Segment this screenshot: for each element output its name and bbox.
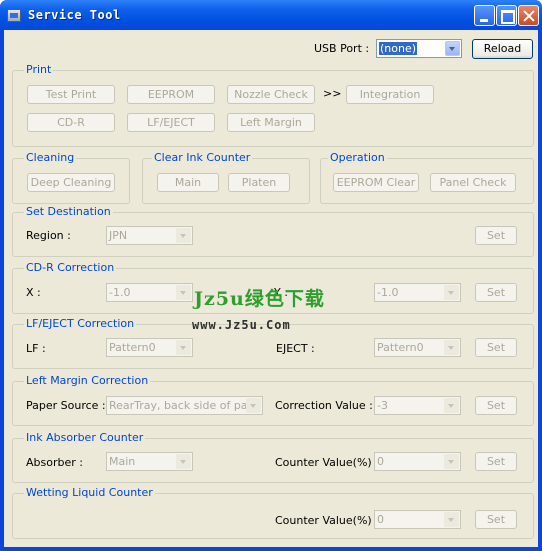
eject-select[interactable]: Pattern0 bbox=[374, 338, 461, 357]
absorber-label: Absorber : bbox=[26, 456, 83, 469]
wetting-counter-value: 0 bbox=[377, 513, 384, 526]
usb-port-label: USB Port : bbox=[314, 42, 370, 55]
chevron-down-icon[interactable] bbox=[176, 454, 191, 469]
absorber-select[interactable]: Main bbox=[106, 452, 193, 471]
deep-cleaning-button[interactable]: Deep Cleaning bbox=[27, 173, 115, 192]
service-tool-window: Service Tool USB Port : (none) Reload Pr… bbox=[0, 0, 542, 551]
eject-value: Pattern0 bbox=[377, 341, 424, 354]
chevron-down-icon[interactable] bbox=[176, 285, 191, 300]
usb-port-select[interactable]: (none) bbox=[376, 39, 462, 58]
client-area: USB Port : (none) Reload Print Test Prin… bbox=[4, 30, 538, 547]
panel-check-button[interactable]: Panel Check bbox=[430, 173, 516, 192]
region-label: Region : bbox=[26, 229, 71, 242]
paper-source-select[interactable]: RearTray, back side of pap bbox=[106, 396, 263, 415]
watermark-url: www.Jz5u.Com bbox=[192, 318, 291, 332]
destination-set-button[interactable]: Set bbox=[475, 226, 517, 245]
chevron-down-icon[interactable] bbox=[444, 398, 459, 413]
integration-button[interactable]: Integration bbox=[346, 85, 434, 104]
eeprom-clear-button[interactable]: EEPROM Clear bbox=[333, 173, 419, 192]
absorber-value: Main bbox=[109, 455, 136, 468]
lf-select[interactable]: Pattern0 bbox=[106, 338, 193, 357]
x-select[interactable]: -1.0 bbox=[106, 283, 193, 302]
clear-platen-button[interactable]: Platen bbox=[228, 173, 290, 192]
minimize-icon[interactable] bbox=[474, 5, 495, 26]
lf-value: Pattern0 bbox=[109, 341, 156, 354]
test-print-button[interactable]: Test Print bbox=[27, 85, 115, 104]
chevron-down-icon[interactable] bbox=[445, 41, 460, 56]
chevron-down-icon[interactable] bbox=[246, 398, 261, 413]
eeprom-button[interactable]: EEPROM bbox=[127, 85, 215, 104]
chevron-down-icon[interactable] bbox=[176, 340, 191, 355]
wetting-counter-value-label: Counter Value(%) : bbox=[275, 514, 379, 527]
wetting-set-button[interactable]: Set bbox=[475, 510, 517, 529]
chevron-down-icon[interactable] bbox=[176, 228, 191, 243]
integration-arrow: >> bbox=[323, 87, 342, 100]
left-margin-set-button[interactable]: Set bbox=[475, 396, 517, 415]
x-label: X : bbox=[26, 286, 41, 299]
chevron-down-icon[interactable] bbox=[444, 285, 459, 300]
window-title: Service Tool bbox=[28, 8, 121, 22]
y-value: -1.0 bbox=[377, 286, 399, 299]
cd-r-button[interactable]: CD-R bbox=[27, 113, 115, 132]
set-destination-group bbox=[12, 212, 534, 257]
ink-absorber-set-button[interactable]: Set bbox=[475, 452, 517, 471]
clear-ink-counter-legend: Clear Ink Counter bbox=[152, 151, 253, 164]
region-value: JPN bbox=[109, 229, 128, 242]
reload-button[interactable]: Reload bbox=[472, 39, 533, 59]
cd-r-set-button[interactable]: Set bbox=[475, 283, 517, 302]
print-group bbox=[12, 70, 534, 147]
print-legend: Print bbox=[24, 63, 54, 76]
set-destination-legend: Set Destination bbox=[24, 205, 113, 218]
absorber-counter-value-label: Counter Value(%) : bbox=[275, 456, 379, 469]
y-select[interactable]: -1.0 bbox=[374, 283, 461, 302]
maximize-icon[interactable] bbox=[496, 5, 517, 26]
app-icon bbox=[7, 9, 21, 22]
left-margin-button[interactable]: Left Margin bbox=[227, 113, 315, 132]
absorber-counter-value: 0 bbox=[377, 455, 384, 468]
operation-legend: Operation bbox=[328, 151, 387, 164]
close-icon[interactable] bbox=[518, 5, 539, 26]
lf-eject-button[interactable]: LF/EJECT bbox=[127, 113, 215, 132]
usb-port-value: (none) bbox=[379, 42, 418, 55]
ink-absorber-counter-legend: Ink Absorber Counter bbox=[24, 431, 146, 444]
nozzle-check-button[interactable]: Nozzle Check bbox=[227, 85, 315, 104]
correction-value: -3 bbox=[377, 399, 388, 412]
wetting-counter-value-select[interactable]: 0 bbox=[374, 510, 461, 529]
lf-eject-set-button[interactable]: Set bbox=[475, 338, 517, 357]
absorber-counter-value-select[interactable]: 0 bbox=[374, 452, 461, 471]
chevron-down-icon[interactable] bbox=[444, 454, 459, 469]
x-value: -1.0 bbox=[109, 286, 131, 299]
wetting-liquid-counter-legend: Wetting Liquid Counter bbox=[24, 486, 155, 499]
cleaning-legend: Cleaning bbox=[24, 151, 77, 164]
paper-source-label: Paper Source : bbox=[26, 399, 106, 412]
eject-label: EJECT : bbox=[276, 342, 315, 355]
cd-r-correction-legend: CD-R Correction bbox=[24, 261, 117, 274]
paper-source-value: RearTray, back side of pap bbox=[109, 399, 255, 412]
correction-value-select[interactable]: -3 bbox=[374, 396, 461, 415]
region-select[interactable]: JPN bbox=[106, 226, 193, 245]
title-bar[interactable]: Service Tool bbox=[0, 0, 542, 30]
chevron-down-icon[interactable] bbox=[444, 512, 459, 527]
watermark-logo: Jz5u绿色下载 bbox=[194, 288, 325, 310]
clear-main-button[interactable]: Main bbox=[157, 173, 219, 192]
lf-label: LF : bbox=[26, 342, 46, 355]
lf-eject-correction-legend: LF/EJECT Correction bbox=[24, 317, 137, 330]
left-margin-correction-legend: Left Margin Correction bbox=[24, 374, 151, 387]
correction-value-label: Correction Value : bbox=[275, 399, 373, 412]
chevron-down-icon[interactable] bbox=[444, 340, 459, 355]
